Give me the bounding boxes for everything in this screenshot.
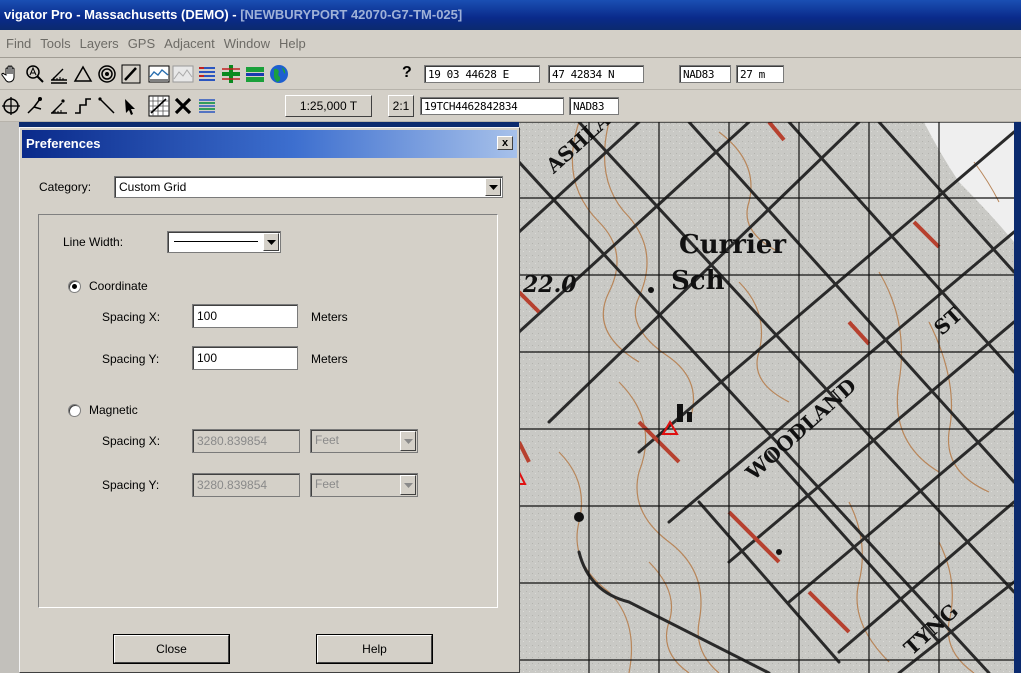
measure-icon[interactable]: [48, 95, 70, 117]
ratio-button[interactable]: 2:1: [388, 95, 414, 117]
globe-icon[interactable]: [268, 63, 290, 85]
coordinate-units-x: Meters: [311, 310, 348, 324]
map-label-elevation: 22.0: [523, 272, 577, 298]
close-icon: x: [501, 137, 509, 149]
secondary-toolbar: 1:25,000 T 2:1 19TCH4462842834 NAD83: [0, 90, 1021, 122]
datum-field[interactable]: NAD83: [679, 65, 731, 83]
hand-icon[interactable]: [0, 63, 22, 85]
chevron-down-icon[interactable]: [400, 431, 416, 451]
layers-stack-icon[interactable]: [196, 95, 218, 117]
coordinate-spacing-x-label: Spacing X:: [102, 310, 161, 324]
menu-tools[interactable]: Tools: [40, 36, 70, 51]
category-select[interactable]: Custom Grid: [114, 176, 503, 198]
grid-settings-group: Line Width: Coordinate Spacing X: 100 Me…: [38, 214, 498, 608]
left-panel-edge: [0, 122, 19, 673]
scale-button[interactable]: 1:25,000 T: [285, 95, 372, 117]
shaded-relief-icon[interactable]: [172, 63, 194, 85]
elevation-field[interactable]: 27 m: [736, 65, 784, 83]
menu-adjacent[interactable]: Adjacent: [164, 36, 215, 51]
menu-gps[interactable]: GPS: [128, 36, 155, 51]
menu-window[interactable]: Window: [224, 36, 270, 51]
northing-field[interactable]: 47 42834 N: [548, 65, 644, 83]
coordinate-spacing-y-input[interactable]: 100: [192, 346, 298, 370]
help-glyph[interactable]: ?: [402, 64, 412, 82]
profile-icon[interactable]: [148, 63, 170, 85]
gps-target-icon[interactable]: [0, 95, 22, 117]
close-button[interactable]: Close: [113, 634, 230, 664]
datum-field-2[interactable]: NAD83: [569, 97, 619, 115]
menu-bar: Find Tools Layers GPS Adjacent Window He…: [0, 30, 1021, 58]
coordinate-units-y: Meters: [311, 352, 348, 366]
color-bars-icon[interactable]: [244, 63, 266, 85]
main-toolbar: ? 19 03 44628 E 47 42834 N NAD83 27 m: [0, 58, 1021, 90]
menu-layers[interactable]: Layers: [80, 36, 119, 51]
map-label-currier: Currier: [679, 230, 787, 260]
track-icon[interactable]: [72, 95, 94, 117]
chevron-down-icon[interactable]: [400, 475, 416, 495]
category-value: Custom Grid: [119, 180, 187, 194]
chevron-down-icon[interactable]: [485, 178, 501, 196]
line-width-sample: [174, 241, 258, 242]
easting-field[interactable]: 19 03 44628 E: [424, 65, 540, 83]
radio-selected-dot: [72, 284, 77, 289]
select-arrow-icon[interactable]: [120, 95, 142, 117]
dialog-title: Preferences: [26, 136, 101, 151]
map-label-sch: Sch: [671, 266, 725, 296]
route-tool-icon[interactable]: [24, 95, 46, 117]
category-label: Category:: [39, 180, 92, 194]
magnetic-spacing-x-input[interactable]: 3280.839854: [192, 429, 300, 453]
magnetic-radio[interactable]: [68, 404, 81, 417]
ruler-icon[interactable]: [48, 63, 70, 85]
magnetic-spacing-x-label: Spacing X:: [102, 434, 161, 448]
zoom-icon[interactable]: [24, 63, 46, 85]
add-grid-icon[interactable]: [220, 63, 242, 85]
preferences-dialog: Preferences x Category: Custom Grid Line…: [19, 127, 520, 673]
topo-map-view[interactable]: ASHLAND Currier Sch 22.0 ST WOODLAND TYN…: [519, 122, 1014, 673]
dialog-title-bar[interactable]: Preferences x: [22, 130, 517, 158]
magnetic-units-x-value: Feet: [315, 433, 340, 447]
magnetic-spacing-y-input[interactable]: 3280.839854: [192, 473, 300, 497]
delete-x-icon[interactable]: [172, 95, 194, 117]
topo-map-graphic: [519, 122, 1014, 673]
line-width-select[interactable]: [167, 231, 281, 253]
grid-toggle-icon[interactable]: [148, 95, 170, 117]
help-button[interactable]: Help: [316, 634, 433, 664]
line-tool-icon[interactable]: [96, 95, 118, 117]
magnetic-units-x-select[interactable]: Feet: [310, 429, 418, 453]
magnetic-units-y-select[interactable]: Feet: [310, 473, 418, 497]
coordinate-label[interactable]: Coordinate: [89, 279, 148, 293]
magnetic-units-y-value: Feet: [315, 477, 340, 491]
line-width-label: Line Width:: [63, 235, 124, 249]
layer-list-icon[interactable]: [196, 63, 218, 85]
menu-help[interactable]: Help: [279, 36, 306, 51]
waypoint-triangle-icon[interactable]: [72, 63, 94, 85]
coordinate-radio[interactable]: [68, 280, 81, 293]
menu-find[interactable]: Find: [6, 36, 31, 51]
pencil-icon[interactable]: [120, 63, 142, 85]
chevron-down-icon[interactable]: [263, 233, 279, 251]
window-document-title: [NEWBURYPORT 42070-G7-TM-025]: [240, 7, 463, 22]
magnetic-spacing-y-label: Spacing Y:: [102, 478, 160, 492]
target-icon[interactable]: [96, 63, 118, 85]
window-title-bar: vigator Pro - Massachusetts (DEMO) - [NE…: [0, 0, 1021, 30]
window-title: vigator Pro - Massachusetts (DEMO) -: [4, 7, 241, 22]
magnetic-label[interactable]: Magnetic: [89, 403, 138, 417]
coordinate-spacing-x-input[interactable]: 100: [192, 304, 298, 328]
dialog-close-button[interactable]: x: [497, 136, 513, 150]
mgrs-field[interactable]: 19TCH4462842834: [420, 97, 564, 115]
coordinate-spacing-y-label: Spacing Y:: [102, 352, 160, 366]
